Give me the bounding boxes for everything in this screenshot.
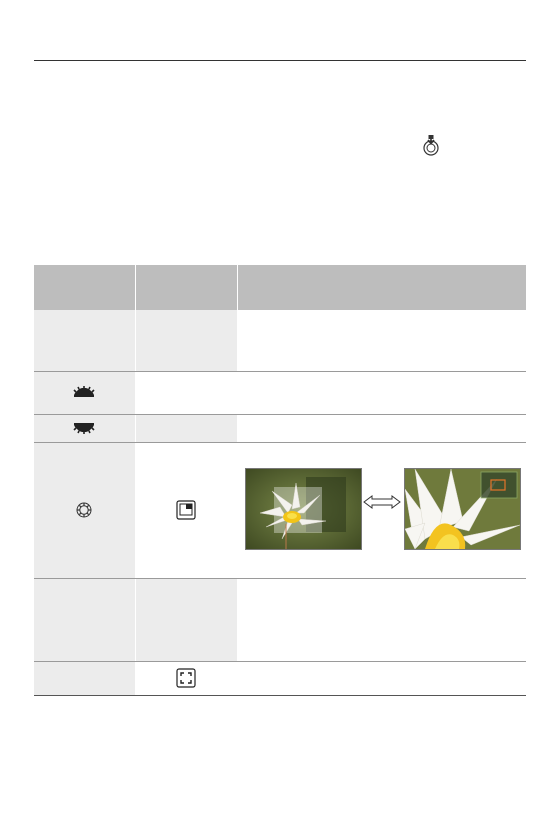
- table-row: [34, 442, 527, 579]
- control-cell: [34, 310, 136, 372]
- front-dial-icon: [73, 386, 95, 398]
- control-cell: [34, 578, 136, 662]
- header-cell-description: [237, 265, 526, 310]
- display-cell: [135, 371, 238, 415]
- description-cell: [236, 661, 526, 696]
- description-cell: [236, 442, 527, 579]
- full-frame-icon: [176, 668, 196, 688]
- joystick-press-icon: [423, 135, 439, 156]
- display-cell: [135, 414, 238, 443]
- header-rule: [34, 60, 526, 61]
- control-cell: [34, 661, 136, 696]
- table-row: [34, 371, 526, 415]
- control-cell: [34, 414, 136, 443]
- control-cell: [34, 371, 136, 415]
- picture-in-picture-icon: [176, 500, 196, 520]
- operation-table: [34, 265, 526, 696]
- control-dial-icon: [76, 502, 92, 518]
- description-cell: [236, 310, 526, 372]
- table-header: [34, 265, 526, 310]
- display-cell: [135, 442, 238, 579]
- description-cell: [236, 578, 526, 662]
- control-cell: [34, 442, 136, 579]
- table-row: [34, 578, 526, 662]
- double-arrow-icon: [362, 495, 401, 509]
- display-cell: [135, 661, 238, 696]
- table-row: [34, 310, 526, 372]
- description-cell: [236, 414, 526, 443]
- rear-dial-icon: [73, 422, 95, 434]
- table-row: [34, 414, 526, 443]
- display-cell: [135, 578, 238, 662]
- zoom-comparison-images: [244, 468, 527, 552]
- header-cell-display: [135, 265, 238, 310]
- header-cell-control: [34, 265, 136, 310]
- description-cell: [236, 371, 526, 415]
- photo-before-zoom: [244, 468, 362, 550]
- display-cell: [135, 310, 238, 372]
- table-row: [34, 661, 526, 696]
- photo-after-zoom: [403, 468, 521, 550]
